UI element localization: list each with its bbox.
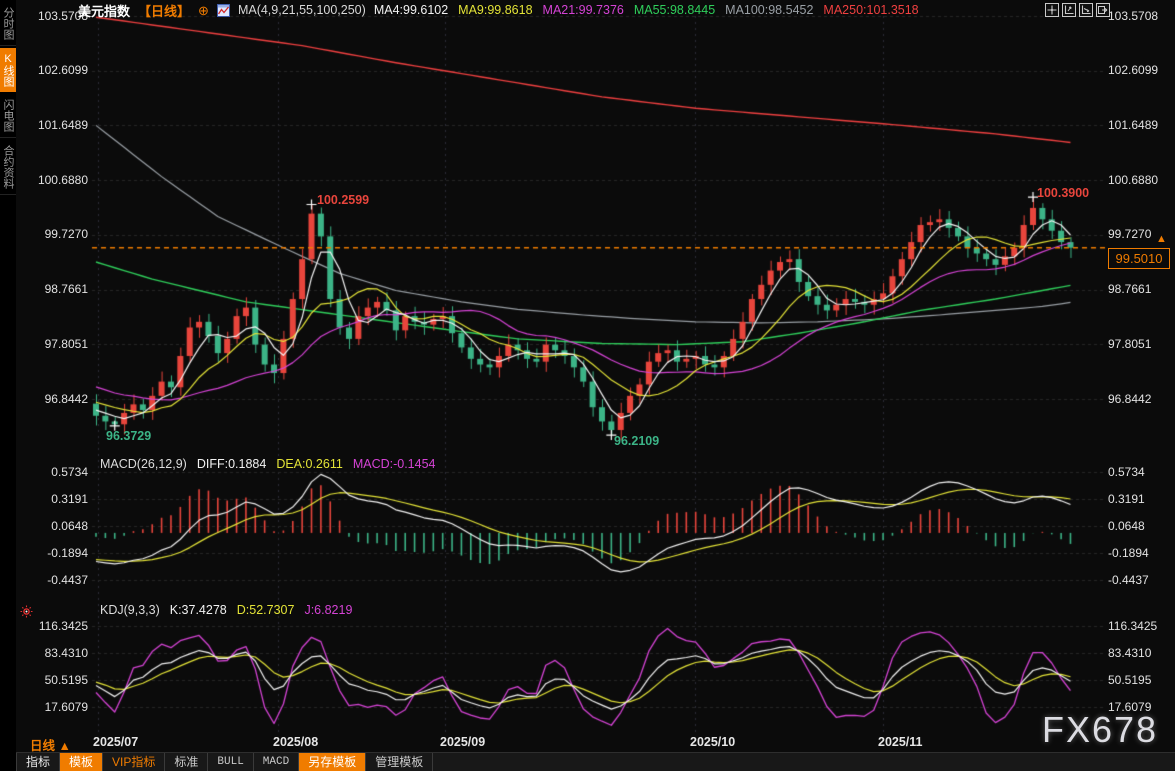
- kdj-params[interactable]: KDJ(9,3,3): [100, 603, 160, 617]
- kdj-pane-header: KDJ(9,3,3) K:37.4278 D:52.7307 J:6.8219: [100, 603, 352, 617]
- sidebar-item-2[interactable]: 闪电图: [0, 94, 16, 138]
- axis-label: 0.3191: [51, 491, 88, 506]
- axis-label: 102.6099: [1108, 63, 1159, 78]
- axis-label: 98.7661: [44, 282, 88, 297]
- axis-label: 0.3191: [1108, 491, 1145, 506]
- x-axis-label-2025-09: 2025/09: [440, 735, 486, 749]
- axis-label: 96.8442: [44, 391, 88, 406]
- high-price-label-nov: 100.3900: [1037, 186, 1090, 200]
- kdj-j-value: J:6.8219: [304, 603, 353, 617]
- ma-value-5: MA250:101.3518: [823, 3, 919, 17]
- toolbar-tab-5[interactable]: MACD: [254, 753, 300, 771]
- axis-label: 0.5734: [51, 464, 88, 479]
- axis-label: 0.0648: [1108, 518, 1145, 533]
- axis-label: 83.4310: [44, 645, 88, 660]
- axis-label: 97.8051: [44, 336, 88, 351]
- ma-value-4: MA100:98.5452: [725, 3, 814, 17]
- axis-label: 96.8442: [1108, 391, 1152, 406]
- axis-label: -0.1894: [47, 545, 88, 560]
- move-icon[interactable]: [1045, 3, 1059, 17]
- axis-label: 83.4310: [1108, 645, 1152, 660]
- macd-dea-value: DEA:0.2611: [276, 457, 343, 471]
- price-up-arrow-icon: ▲: [1156, 233, 1167, 245]
- axis-label: -0.4437: [1108, 572, 1149, 587]
- toolbar-tab-3[interactable]: 标准: [165, 753, 209, 771]
- axis-label: 101.6489: [1108, 117, 1159, 132]
- sidebar-item-0[interactable]: 分时图: [0, 2, 16, 46]
- axis-label: 99.7270: [44, 227, 88, 242]
- axis-scale-up-icon[interactable]: [1062, 3, 1076, 17]
- kdj-d-value: D:52.7307: [236, 603, 295, 617]
- x-axis-label-2025-08: 2025/08: [273, 735, 319, 749]
- axis-label: 116.3425: [1108, 618, 1158, 633]
- current-price-badge: 99.5010: [1108, 248, 1170, 269]
- ma-settings-label[interactable]: MA(4,9,21,55,100,250): [238, 3, 366, 17]
- toolbar-tab-2[interactable]: VIP指标: [103, 753, 166, 771]
- low-price-label-jul: 96.3729: [106, 429, 152, 443]
- kdj-k-value: K:37.4278: [169, 603, 227, 617]
- chart-toolbar-icons: [1045, 3, 1110, 17]
- toolbar-tab-6[interactable]: 另存模板: [299, 753, 367, 771]
- popout-icon[interactable]: [1096, 3, 1110, 17]
- axis-label: 0.0648: [51, 518, 88, 533]
- add-indicator-icon[interactable]: ⊕: [198, 4, 209, 17]
- toolbar-tab-7[interactable]: 管理模板: [366, 753, 434, 771]
- x-axis-label-2025-07: 2025/07: [93, 735, 139, 749]
- toolbar-tab-0[interactable]: 指标: [16, 753, 61, 771]
- high-price-label-aug: 100.2599: [317, 193, 370, 207]
- axis-label: 103.5708: [1108, 8, 1159, 23]
- axis-label: 0.5734: [1108, 464, 1145, 479]
- period-tag: 【日线】: [138, 3, 191, 19]
- ma-value-2: MA21:99.7376: [542, 3, 624, 17]
- toolbar-tab-4[interactable]: BULL: [208, 753, 254, 771]
- chart-header: 美元指数 【日线】 ⊕ MA(4,9,21,55,100,250) MA4:99…: [78, 1, 919, 19]
- chart-canvas[interactable]: [0, 0, 1175, 752]
- symbol-title: 美元指数: [78, 3, 131, 19]
- axis-label: 50.5195: [1108, 672, 1152, 687]
- low-price-label-sep: 96.2109: [614, 434, 660, 448]
- axis-label: 50.5195: [44, 672, 88, 687]
- trading-app-window: 分时图 K线图闪电图合约资料 美元指数 【日线】 ⊕ MA(4,9,21,55,1…: [0, 0, 1175, 771]
- axis-label: -0.4437: [47, 572, 88, 587]
- macd-pane-header: MACD(26,12,9) DIFF:0.1884 DEA:0.2611 MAC…: [100, 457, 436, 471]
- macd-params[interactable]: MACD(26,12,9): [100, 457, 187, 471]
- x-axis-label-2025-10: 2025/10: [690, 735, 736, 749]
- axis-label: 98.7661: [1108, 282, 1152, 297]
- axis-label: 97.8051: [1108, 336, 1152, 351]
- sidebar-item-1[interactable]: K线图: [0, 48, 16, 92]
- toolbar-tab-1[interactable]: 模板: [60, 753, 104, 771]
- axis-scale-right-icon[interactable]: [1079, 3, 1093, 17]
- axis-label: 101.6489: [37, 117, 88, 132]
- axis-label: 100.6880: [37, 172, 88, 187]
- axis-label: -0.1894: [1108, 545, 1149, 560]
- ma-value-0: MA4:99.6102: [373, 3, 449, 17]
- ma-value-1: MA9:99.8618: [458, 3, 533, 17]
- mini-chart-icon[interactable]: [216, 3, 230, 17]
- x-axis-label-2025-11: 2025/11: [878, 735, 923, 749]
- axis-label: 17.6079: [44, 699, 88, 714]
- kdj-settings-icon[interactable]: [20, 605, 33, 623]
- chart-type-sidebar: 分时图 K线图闪电图合约资料: [0, 0, 16, 771]
- axis-label: 102.6099: [37, 63, 88, 78]
- ma-values: MA4:99.6102 MA9:99.8618 MA21:99.7376 MA55:9…: [374, 3, 919, 17]
- macd-diff-value: DIFF:0.1884: [196, 457, 267, 471]
- macd-macd-value: MACD:-0.1454: [352, 457, 436, 471]
- sidebar-item-3[interactable]: 合约资料: [0, 140, 16, 195]
- axis-label: 100.6880: [1108, 172, 1159, 187]
- ma-value-3: MA55:98.8445: [633, 3, 716, 17]
- bottom-toolbar: 指标 模板 VIP指标 标准 BULL MACD 另存模板 管理模板: [16, 752, 1175, 771]
- x-axis-row: 日线 ▲ 2025/07 2025/08 2025/09 2025/10 2025/11: [0, 733, 1175, 753]
